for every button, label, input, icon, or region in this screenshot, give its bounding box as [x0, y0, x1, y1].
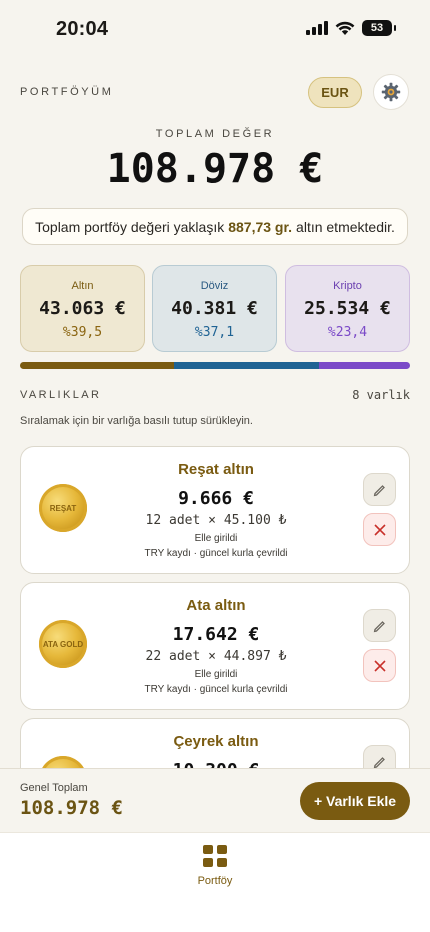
allocation-segment-fx: [174, 362, 319, 369]
total-value-label: TOPLAM DEĞER: [155, 128, 275, 140]
allocation-segment-crypto: [318, 362, 410, 369]
asset-card[interactable]: REŞAT Reşat altın 9.666 € 12 adet × 45.1…: [20, 446, 410, 574]
edit-button[interactable]: [363, 473, 396, 506]
allocation-bar: [20, 362, 410, 369]
resat-coin-image: REŞAT: [39, 484, 87, 532]
category-name: Kripto: [333, 280, 362, 292]
total-value: 108.978 €: [106, 146, 324, 192]
grand-total-label: Genel Toplam: [20, 782, 88, 794]
sort-hint: Sıralamak için bir varlığa basılı tutup …: [20, 415, 253, 427]
currency-button[interactable]: EUR: [308, 77, 362, 108]
asset-details: Ata altın 17.642 € 22 adet × 44.897 ₺ El…: [91, 583, 341, 695]
asset-details: Reşat altın 9.666 € 12 adet × 45.100 ₺ E…: [91, 447, 341, 559]
battery-icon: 53: [362, 20, 396, 36]
category-percent: %23,4: [327, 325, 368, 340]
category-name: Altın: [71, 280, 94, 292]
status-icons: 53: [306, 20, 396, 36]
assets-count: 8 varlık: [352, 388, 410, 402]
grand-total-value: 108.978 €: [20, 797, 123, 819]
ata-coin-image: ATA GOLD: [39, 620, 87, 668]
asset-value: 9.666 €: [178, 488, 254, 509]
category-card-fx[interactable]: Döviz 40.381 € %37,1: [152, 265, 277, 352]
status-bar: 20:04 53: [0, 0, 430, 60]
category-amount: 43.063 €: [39, 298, 126, 319]
asset-source: Elle girildi: [194, 533, 238, 544]
category-percent: %39,5: [62, 325, 103, 340]
signal-icon: [306, 21, 328, 35]
close-icon: [373, 523, 386, 536]
gold-equivalent-banner: Toplam portföy değeri yaklaşık 887,73 gr…: [22, 208, 408, 245]
pencil-icon: [373, 620, 385, 632]
pencil-icon: [373, 484, 385, 496]
asset-card[interactable]: ATA GOLD Ata altın 17.642 € 22 adet × 44…: [20, 582, 410, 710]
edit-button[interactable]: [363, 609, 396, 642]
add-asset-button[interactable]: + Varlık Ekle: [300, 782, 410, 820]
asset-source: Elle girildi: [194, 669, 238, 680]
bottom-summary-bar: Genel Toplam 108.978 € + Varlık Ekle: [0, 768, 430, 832]
asset-name: Ata altın: [186, 597, 246, 614]
assets-section-title: VARLIKLAR: [20, 389, 102, 401]
page-title: PORTFÖYÜM: [20, 86, 114, 98]
wifi-icon: [335, 21, 355, 35]
delete-button[interactable]: [363, 513, 396, 546]
asset-name: Çeyrek altın: [173, 733, 259, 750]
close-icon: [373, 659, 386, 672]
category-percent: %37,1: [194, 325, 235, 340]
tab-bar: Portföy: [0, 832, 430, 932]
category-card-crypto[interactable]: Kripto 25.534 € %23,4: [285, 265, 410, 352]
grid-icon: [203, 845, 227, 867]
category-amount: 25.534 €: [304, 298, 391, 319]
tab-portfolio-label: Portföy: [197, 875, 233, 887]
tab-portfolio[interactable]: Portföy: [175, 845, 255, 887]
gold-info-prefix: Toplam portföy değeri yaklaşık: [35, 218, 225, 235]
pencil-icon: [373, 756, 385, 768]
settings-button[interactable]: [373, 74, 409, 110]
asset-quantity: 22 adet × 44.897 ₺: [145, 649, 287, 664]
asset-note: TRY kaydı · güncel kurla çevrildi: [144, 548, 288, 559]
category-card-gold[interactable]: Altın 43.063 € %39,5: [20, 265, 145, 352]
allocation-segment-gold: [20, 362, 175, 369]
category-name: Döviz: [200, 280, 229, 292]
asset-value: 17.642 €: [172, 624, 260, 645]
gear-icon: [381, 82, 401, 102]
gold-info-suffix: altın etmektedir.: [296, 218, 395, 235]
delete-button[interactable]: [363, 649, 396, 682]
gold-info-amount: 887,73 gr.: [228, 218, 293, 235]
asset-quantity: 12 adet × 45.100 ₺: [145, 513, 287, 528]
asset-name: Reşat altın: [178, 461, 254, 478]
category-amount: 40.381 €: [171, 298, 258, 319]
status-time: 20:04: [56, 18, 109, 40]
asset-note: TRY kaydı · güncel kurla çevrildi: [144, 684, 288, 695]
